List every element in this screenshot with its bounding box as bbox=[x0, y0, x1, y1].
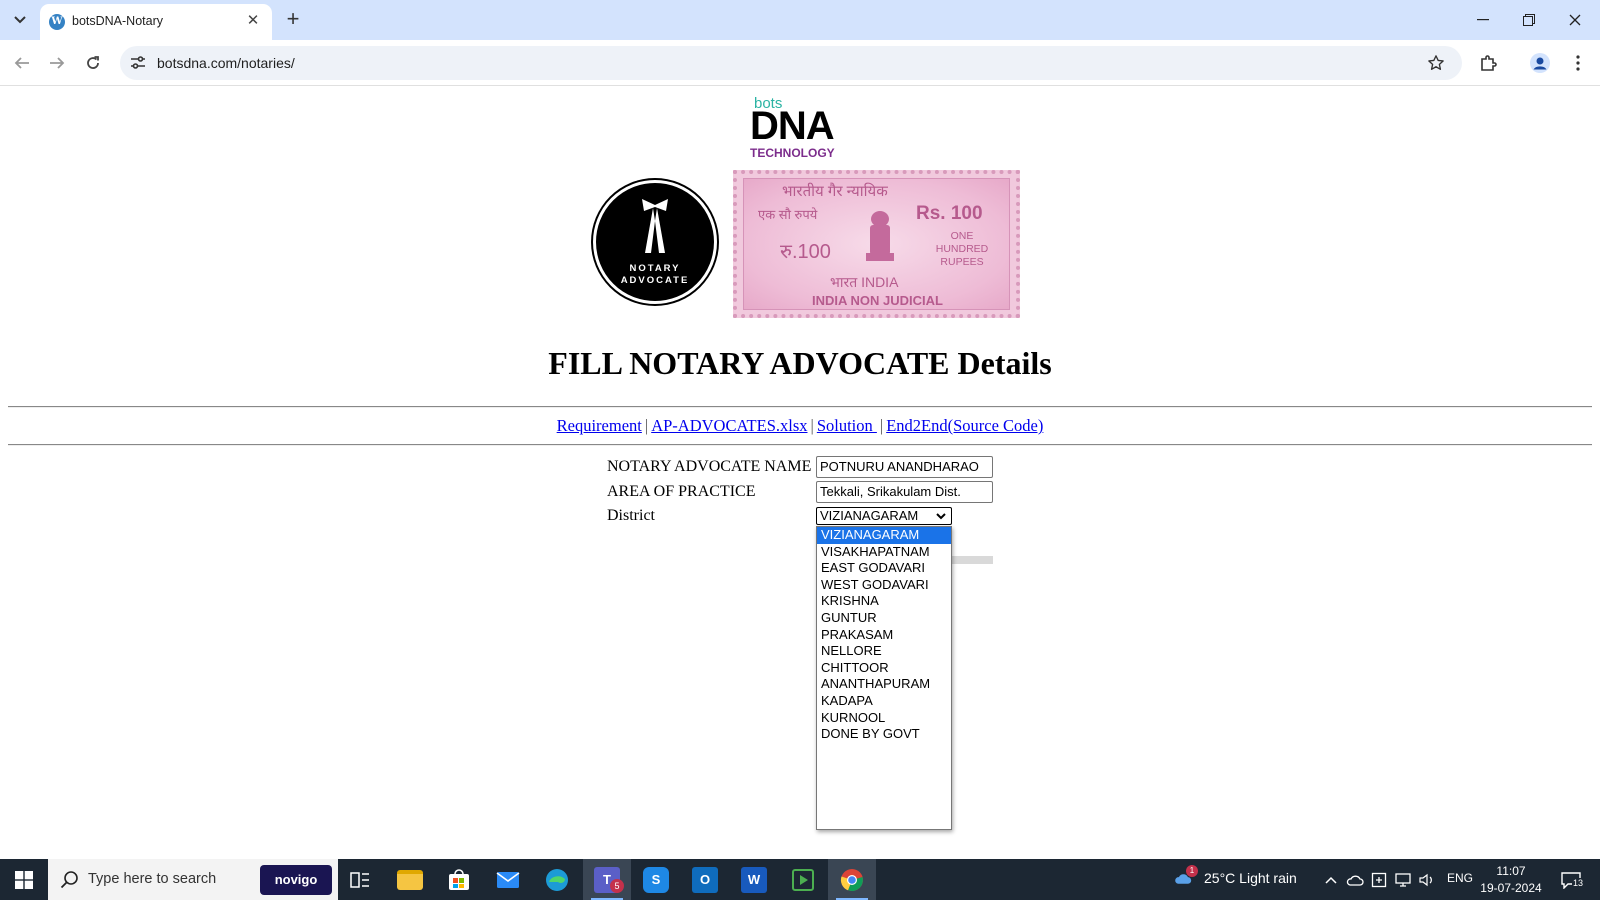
profile-avatar-icon[interactable] bbox=[1528, 51, 1552, 75]
browser-toolbar: botsdna.com/notaries/ bbox=[0, 40, 1600, 86]
district-option[interactable]: DONE BY GOVT bbox=[817, 726, 951, 743]
notary-advocate-seal-image: NOTARY ADVOCATE bbox=[593, 180, 717, 304]
mail-icon[interactable] bbox=[484, 859, 532, 900]
windows-taskbar: Type here to search novigo T 5 S O W 1 2… bbox=[0, 859, 1600, 900]
district-option[interactable]: VISAKHAPATNAM bbox=[817, 544, 951, 561]
site-settings-icon[interactable] bbox=[128, 53, 148, 73]
district-option[interactable]: CHITTOOR bbox=[817, 660, 951, 677]
area-of-practice-input[interactable]: Tekkali, Srikakulam Dist. bbox=[816, 481, 993, 503]
district-select[interactable]: VIZIANAGARAM bbox=[816, 507, 952, 525]
address-bar[interactable]: botsdna.com/notaries/ bbox=[120, 46, 1462, 80]
district-dropdown-list: VIZIANAGARAM VISAKHAPATNAM EAST GODAVARI WE… bbox=[816, 526, 952, 830]
bottom-divider bbox=[8, 444, 1592, 446]
notification-count: 13 bbox=[1572, 878, 1585, 888]
show-hidden-icons-chevron-icon[interactable] bbox=[1322, 871, 1340, 889]
advocate-name-input[interactable]: POTNURU ANANDHARAO bbox=[816, 456, 993, 478]
outlook-icon[interactable]: O bbox=[681, 859, 729, 900]
weather-alert-badge: 1 bbox=[1186, 865, 1198, 877]
onedrive-cloud-icon[interactable] bbox=[1346, 871, 1364, 889]
district-option[interactable]: KRISHNA bbox=[817, 593, 951, 610]
page-title: FILL NOTARY ADVOCATE Details bbox=[548, 345, 1052, 381]
search-icon bbox=[60, 871, 78, 889]
file-explorer-icon[interactable] bbox=[386, 859, 434, 900]
back-arrow-icon[interactable] bbox=[10, 51, 34, 75]
edge-browser-icon[interactable] bbox=[533, 859, 581, 900]
requirement-link[interactable]: Requirement bbox=[557, 416, 642, 435]
browser-menu-kebab-icon[interactable] bbox=[1566, 51, 1590, 75]
tab-title: botsDNA-Notary bbox=[72, 14, 163, 28]
skype-app-icon[interactable]: S bbox=[632, 859, 680, 900]
chrome-icon[interactable] bbox=[828, 859, 876, 900]
chevron-down-icon bbox=[936, 513, 946, 520]
notifications-icon[interactable]: 13 bbox=[1558, 869, 1585, 891]
reload-icon[interactable] bbox=[81, 51, 105, 75]
language-indicator[interactable]: ENG bbox=[1447, 871, 1473, 885]
restore-icon[interactable] bbox=[1514, 6, 1544, 34]
web-page: bots DNA TECHNOLOGY NOTARY ADVOCATE भारत… bbox=[0, 86, 1600, 859]
security-icon[interactable] bbox=[1370, 871, 1388, 889]
active-tab[interactable]: W botsDNA-Notary ✕ bbox=[40, 4, 272, 40]
wordpress-favicon-icon: W bbox=[49, 14, 65, 30]
botsdna-logo: bots DNA TECHNOLOGY bbox=[750, 95, 835, 160]
district-option[interactable]: WEST GODAVARI bbox=[817, 577, 951, 594]
solution-link[interactable]: Solution bbox=[817, 416, 877, 435]
volume-icon[interactable] bbox=[1418, 871, 1436, 889]
district-option[interactable]: GUNTUR bbox=[817, 610, 951, 627]
district-option[interactable]: VIZIANAGARAM bbox=[817, 527, 951, 544]
resource-links: Requirement | AP-ADVOCATES.xlsx | Solution |… bbox=[556, 416, 1044, 435]
teams-icon[interactable]: T 5 bbox=[583, 859, 631, 900]
district-option[interactable]: ANANTHAPURAM bbox=[817, 676, 951, 693]
end2end-source-code-link[interactable]: End2End(Source Code) bbox=[886, 416, 1043, 435]
network-icon[interactable] bbox=[1394, 871, 1412, 889]
district-option[interactable]: EAST GODAVARI bbox=[817, 560, 951, 577]
clock-time: 11:07 bbox=[1496, 864, 1526, 878]
district-option[interactable]: NELLORE bbox=[817, 643, 951, 660]
ap-advocates-xlsx-link[interactable]: AP-ADVOCATES.xlsx bbox=[651, 416, 807, 435]
partially-hidden-button bbox=[946, 556, 993, 564]
forward-arrow-icon[interactable] bbox=[45, 51, 69, 75]
clock-date: 19-07-2024 bbox=[1480, 881, 1542, 895]
district-option[interactable]: PRAKASAM bbox=[817, 627, 951, 644]
minimize-icon[interactable] bbox=[1468, 6, 1498, 34]
novigo-badge[interactable]: novigo bbox=[260, 865, 332, 895]
close-window-icon[interactable] bbox=[1560, 6, 1590, 34]
microsoft-store-icon[interactable] bbox=[435, 859, 483, 900]
weather-cloud-icon[interactable]: 1 bbox=[1174, 865, 1198, 887]
new-tab-plus-icon[interactable]: + bbox=[281, 8, 305, 32]
district-option[interactable]: KADAPA bbox=[817, 693, 951, 710]
windows-start-icon[interactable] bbox=[0, 859, 48, 900]
area-of-practice-label: AREA OF PRACTICE bbox=[607, 483, 756, 500]
task-view-icon[interactable] bbox=[336, 859, 384, 900]
top-divider bbox=[8, 406, 1592, 408]
weather-text[interactable]: 25°C Light rain bbox=[1204, 870, 1297, 886]
tab-close-icon[interactable]: ✕ bbox=[244, 12, 262, 30]
word-icon[interactable]: W bbox=[730, 859, 778, 900]
tab-search-chevron-icon[interactable] bbox=[8, 9, 32, 31]
district-option[interactable]: KURNOOL bbox=[817, 710, 951, 727]
teams-badge: 5 bbox=[610, 879, 624, 893]
advocate-name-label: NOTARY ADVOCATE NAME bbox=[607, 458, 812, 475]
media-player-icon[interactable] bbox=[779, 859, 827, 900]
browser-tab-strip: W botsDNA-Notary ✕ + bbox=[0, 0, 1600, 40]
url-text: botsdna.com/notaries/ bbox=[157, 55, 295, 71]
extensions-puzzle-icon[interactable] bbox=[1476, 51, 1500, 75]
search-placeholder: Type here to search bbox=[88, 871, 217, 887]
clock[interactable]: 11:07 19-07-2024 bbox=[1474, 863, 1548, 897]
district-label: District bbox=[607, 507, 655, 524]
bookmark-star-icon[interactable] bbox=[1426, 53, 1446, 73]
taskbar-search-box[interactable]: Type here to search novigo bbox=[48, 859, 338, 900]
stamp-paper-image: भारतीय गैर न्यायिक एक सौ रुपये Rs. 100 र… bbox=[733, 170, 1020, 318]
district-selected-value: VIZIANAGARAM bbox=[820, 508, 919, 523]
